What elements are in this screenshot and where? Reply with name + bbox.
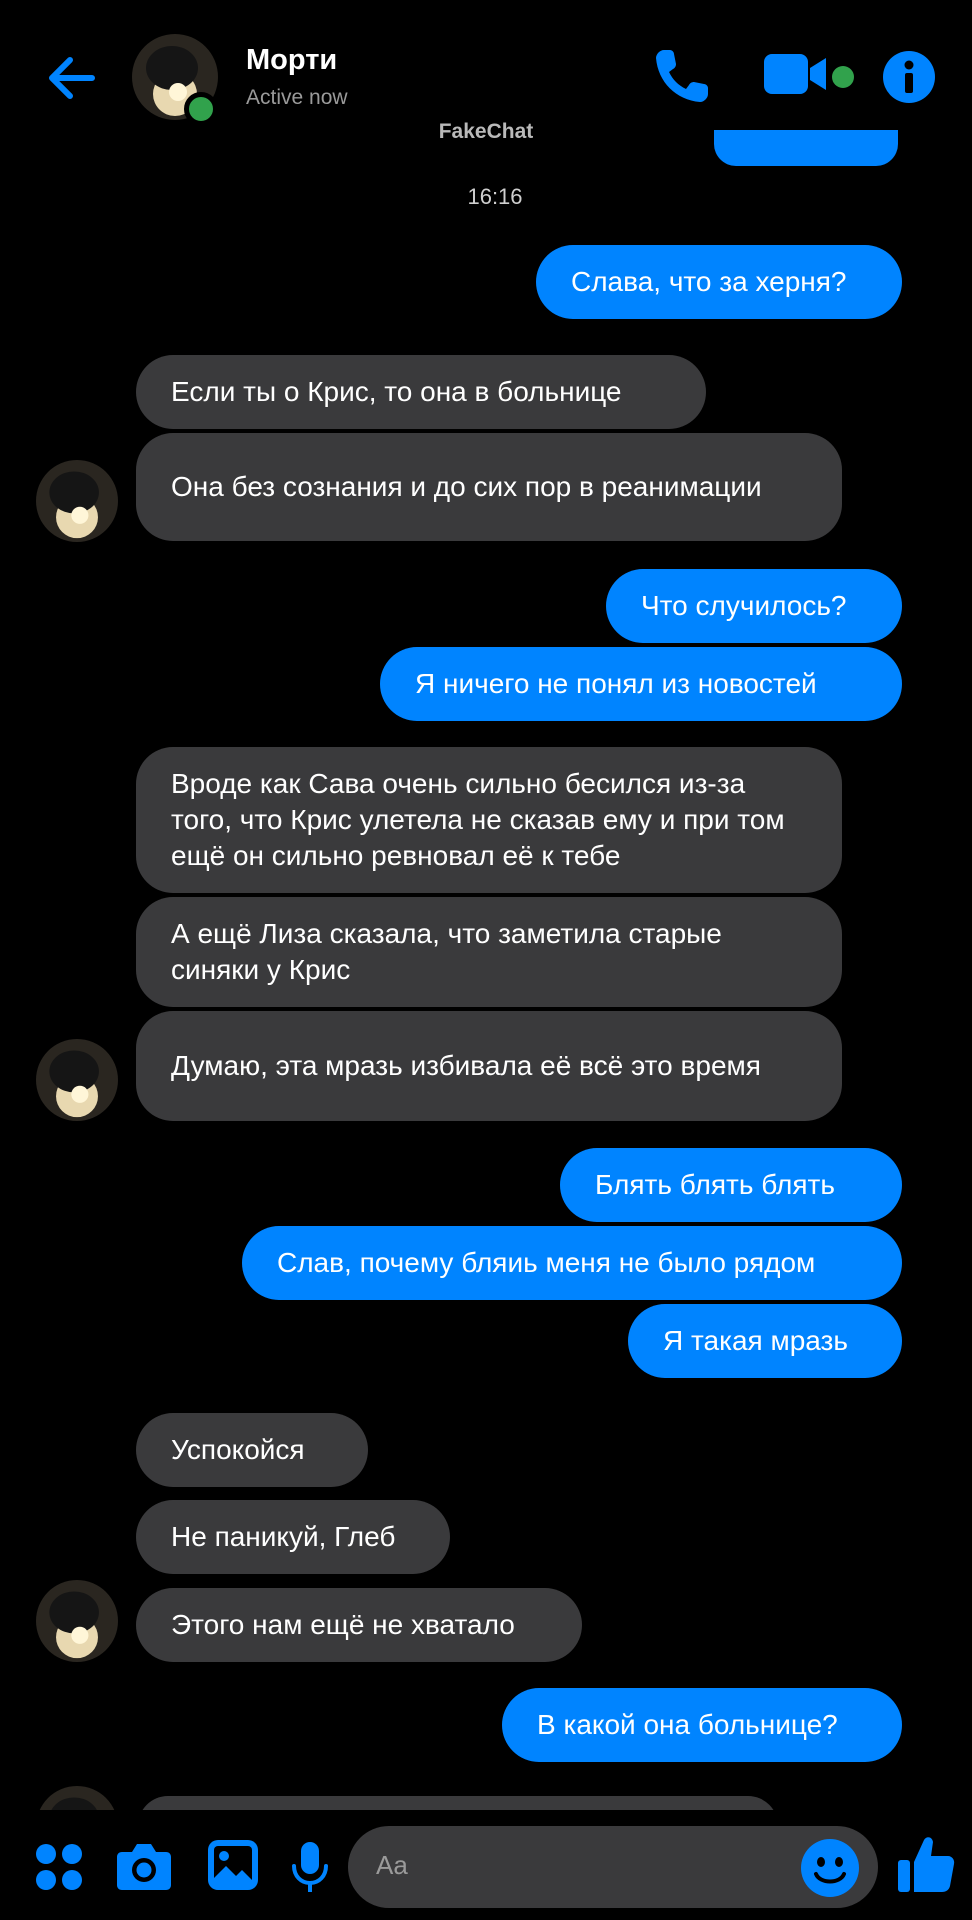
message-input-placeholder: Aa xyxy=(376,1850,408,1880)
previous-message-edge xyxy=(714,130,898,166)
contact-avatar-small[interactable] xyxy=(36,460,118,542)
contact-status: Active now xyxy=(246,86,348,109)
outgoing-message[interactable]: Слав, почему бляиь меня не было рядом xyxy=(242,1226,902,1300)
incoming-message[interactable]: Если ты о Крис, то она в больнице xyxy=(136,355,706,429)
incoming-message[interactable]: Вроде как Сава очень сильно бесился из-з… xyxy=(136,747,842,893)
message-input[interactable] xyxy=(348,1826,878,1908)
contact-avatar-small[interactable] xyxy=(36,1039,118,1121)
contact-name[interactable]: Морти xyxy=(246,44,337,77)
outgoing-message[interactable]: В какой она больнице? xyxy=(502,1688,902,1762)
incoming-message[interactable]: А ещё Лиза сказала, что заметила старые … xyxy=(136,897,842,1007)
incoming-message[interactable]: Она без сознания и до сих пор в реанимац… xyxy=(136,433,842,541)
incoming-message[interactable]: Не паникуй, Глеб xyxy=(136,1500,450,1574)
apps-icon[interactable] xyxy=(34,1842,84,1892)
incoming-message[interactable]: Успокойся xyxy=(136,1413,368,1487)
outgoing-message[interactable]: Я ничего не понял из новостей xyxy=(380,647,902,721)
microphone-icon[interactable] xyxy=(290,1840,330,1896)
video-call-icon[interactable] xyxy=(762,50,832,98)
contact-avatar-small[interactable] xyxy=(36,1580,118,1662)
outgoing-message[interactable]: Слава, что за херня? xyxy=(536,245,902,319)
outgoing-message[interactable]: Что случилось? xyxy=(606,569,902,643)
incoming-message[interactable]: Думаю, эта мразь избивала её всё это вре… xyxy=(136,1011,842,1121)
camera-icon[interactable] xyxy=(116,1840,172,1892)
emoji-icon[interactable] xyxy=(800,1838,860,1898)
video-active-dot xyxy=(832,66,854,88)
back-arrow-icon[interactable] xyxy=(40,48,104,108)
outgoing-message[interactable]: Я такая мразь xyxy=(628,1304,902,1378)
outgoing-message[interactable]: Блять блять блять xyxy=(560,1148,902,1222)
info-icon[interactable] xyxy=(882,50,936,104)
incoming-message[interactable]: Этого нам ещё не хватало xyxy=(136,1588,582,1662)
gallery-icon[interactable] xyxy=(206,1838,260,1892)
phone-call-icon[interactable] xyxy=(650,44,714,108)
like-icon[interactable] xyxy=(896,1834,956,1896)
timestamp: 16:16 xyxy=(467,184,523,209)
